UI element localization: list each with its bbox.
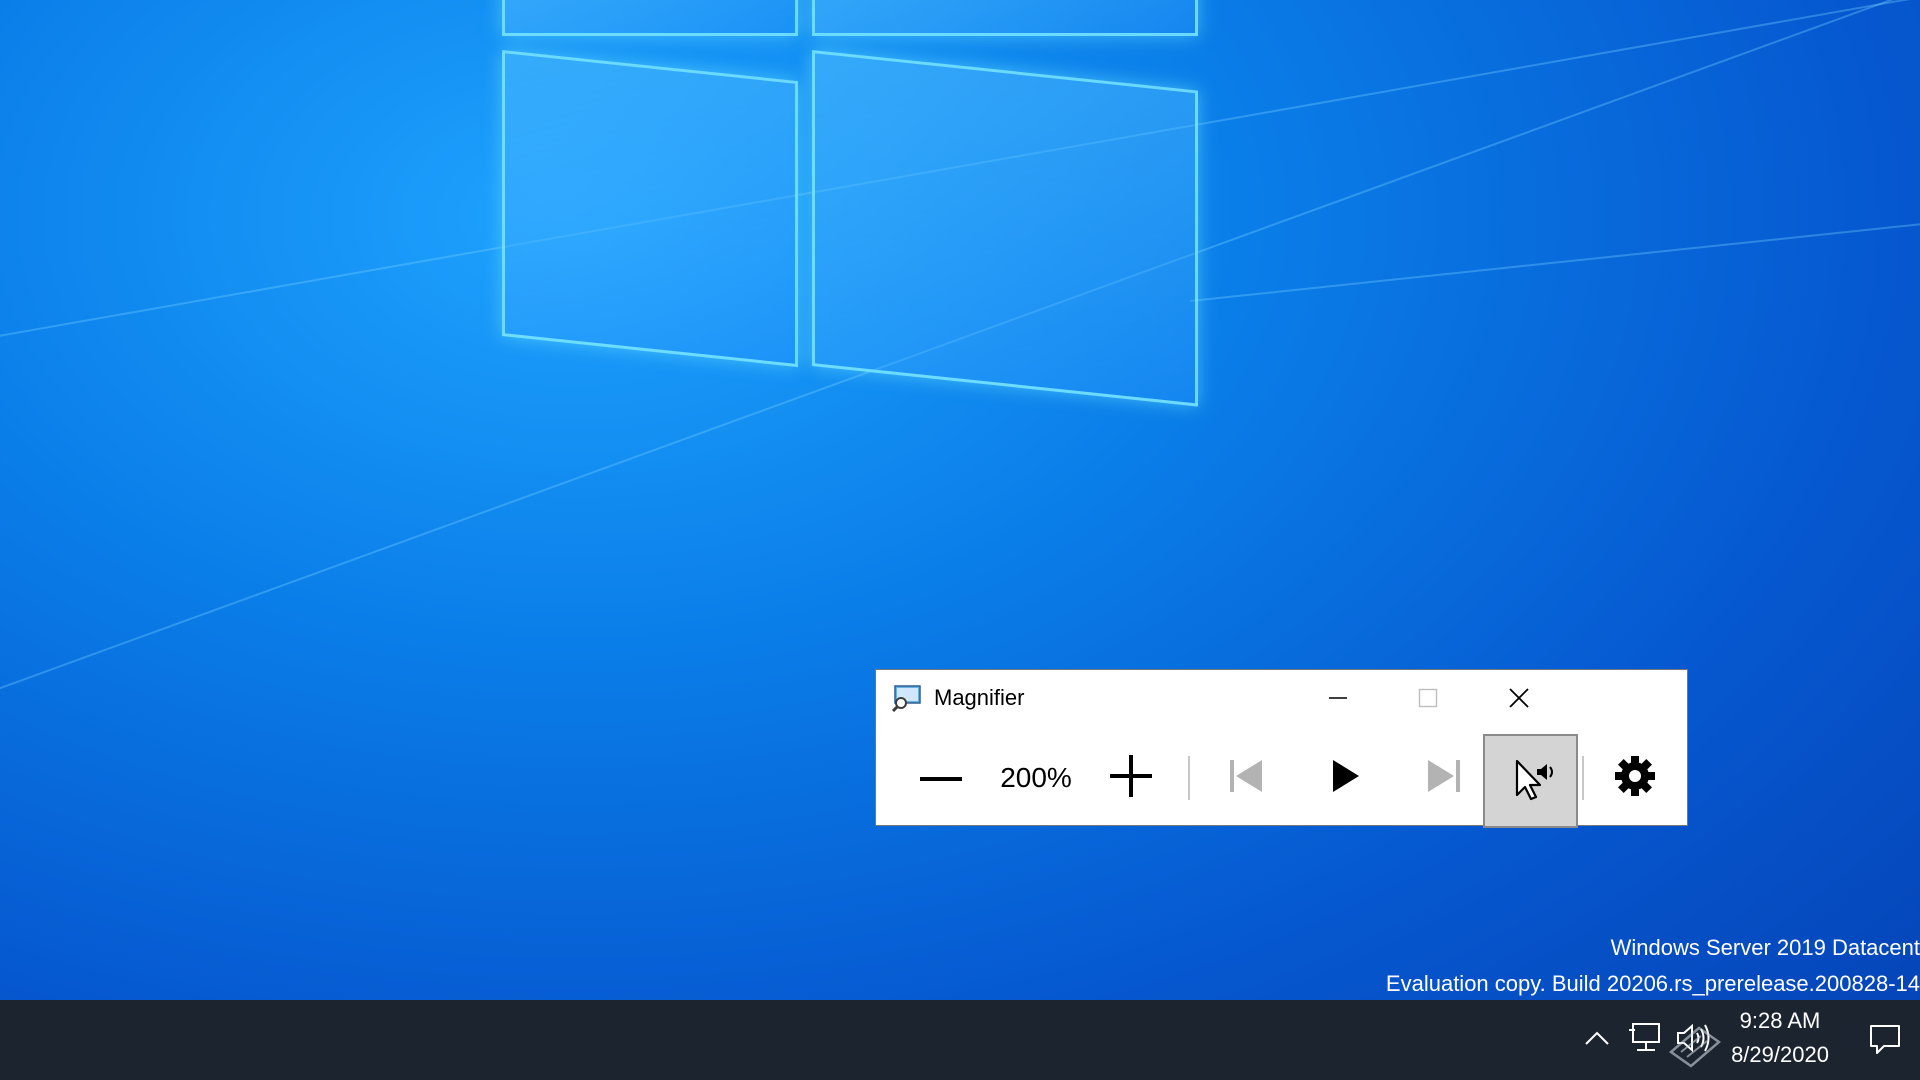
close-icon	[1508, 687, 1530, 709]
next-button	[1394, 738, 1494, 818]
windows-logo-pane-top-right	[812, 0, 1198, 36]
desktop-background: Windows Server 2019 Datacent Evaluation …	[0, 0, 1920, 1000]
maximize-icon	[1418, 688, 1438, 708]
play-button[interactable]	[1296, 738, 1396, 818]
minus-icon	[920, 769, 962, 787]
settings-button[interactable]	[1590, 738, 1680, 818]
minimize-button[interactable]	[1293, 670, 1383, 726]
taskbar: 9:28 AM 8/29/2020	[0, 1000, 1920, 1080]
zoom-out-button[interactable]	[896, 738, 986, 818]
maximize-button	[1383, 670, 1473, 726]
zoom-in-button[interactable]	[1086, 738, 1176, 818]
windows-logo-pane-bottom-left	[502, 50, 798, 368]
clock-time[interactable]: 9:28 AM	[1710, 1008, 1850, 1034]
gear-icon	[1614, 755, 1656, 802]
network-icon	[1627, 1022, 1663, 1059]
light-beam	[1189, 174, 1920, 302]
windows-logo-pane-top-left	[502, 0, 798, 36]
magnifier-toolbar: 200%	[876, 734, 1687, 828]
skip-previous-icon	[1228, 758, 1264, 799]
magnifier-titlebar[interactable]: Magnifier	[876, 670, 1687, 726]
magnifier-app-icon	[891, 684, 922, 713]
toolbar-separator	[1582, 756, 1584, 800]
magnifier-window: Magnifier 200%	[875, 669, 1688, 828]
close-button[interactable]	[1474, 670, 1564, 726]
windows-logo-pane-bottom-right	[812, 50, 1198, 407]
clock-date[interactable]: 8/29/2020	[1710, 1042, 1850, 1068]
magnifier-title: Magnifier	[934, 685, 1025, 710]
chevron-up-icon	[1584, 1030, 1610, 1051]
previous-button	[1196, 738, 1296, 818]
read-from-here-icon	[1507, 755, 1555, 808]
toolbar-separator	[1188, 756, 1190, 800]
plus-icon	[1110, 754, 1152, 802]
zoom-level: 200%	[1000, 762, 1072, 793]
network-button[interactable]	[1626, 1022, 1664, 1058]
minimize-icon	[1328, 688, 1348, 708]
read-from-here-button[interactable]	[1483, 734, 1578, 828]
watermark-line2: Evaluation copy. Build 20206.rs_prerelea…	[1385, 971, 1920, 996]
action-center-button[interactable]	[1868, 1022, 1902, 1061]
show-hidden-icons-button[interactable]	[1582, 1022, 1612, 1058]
skip-next-icon	[1426, 758, 1462, 799]
play-icon	[1331, 758, 1361, 799]
action-center-icon	[1868, 1025, 1902, 1060]
watermark-line1: Windows Server 2019 Datacent	[1610, 935, 1920, 960]
